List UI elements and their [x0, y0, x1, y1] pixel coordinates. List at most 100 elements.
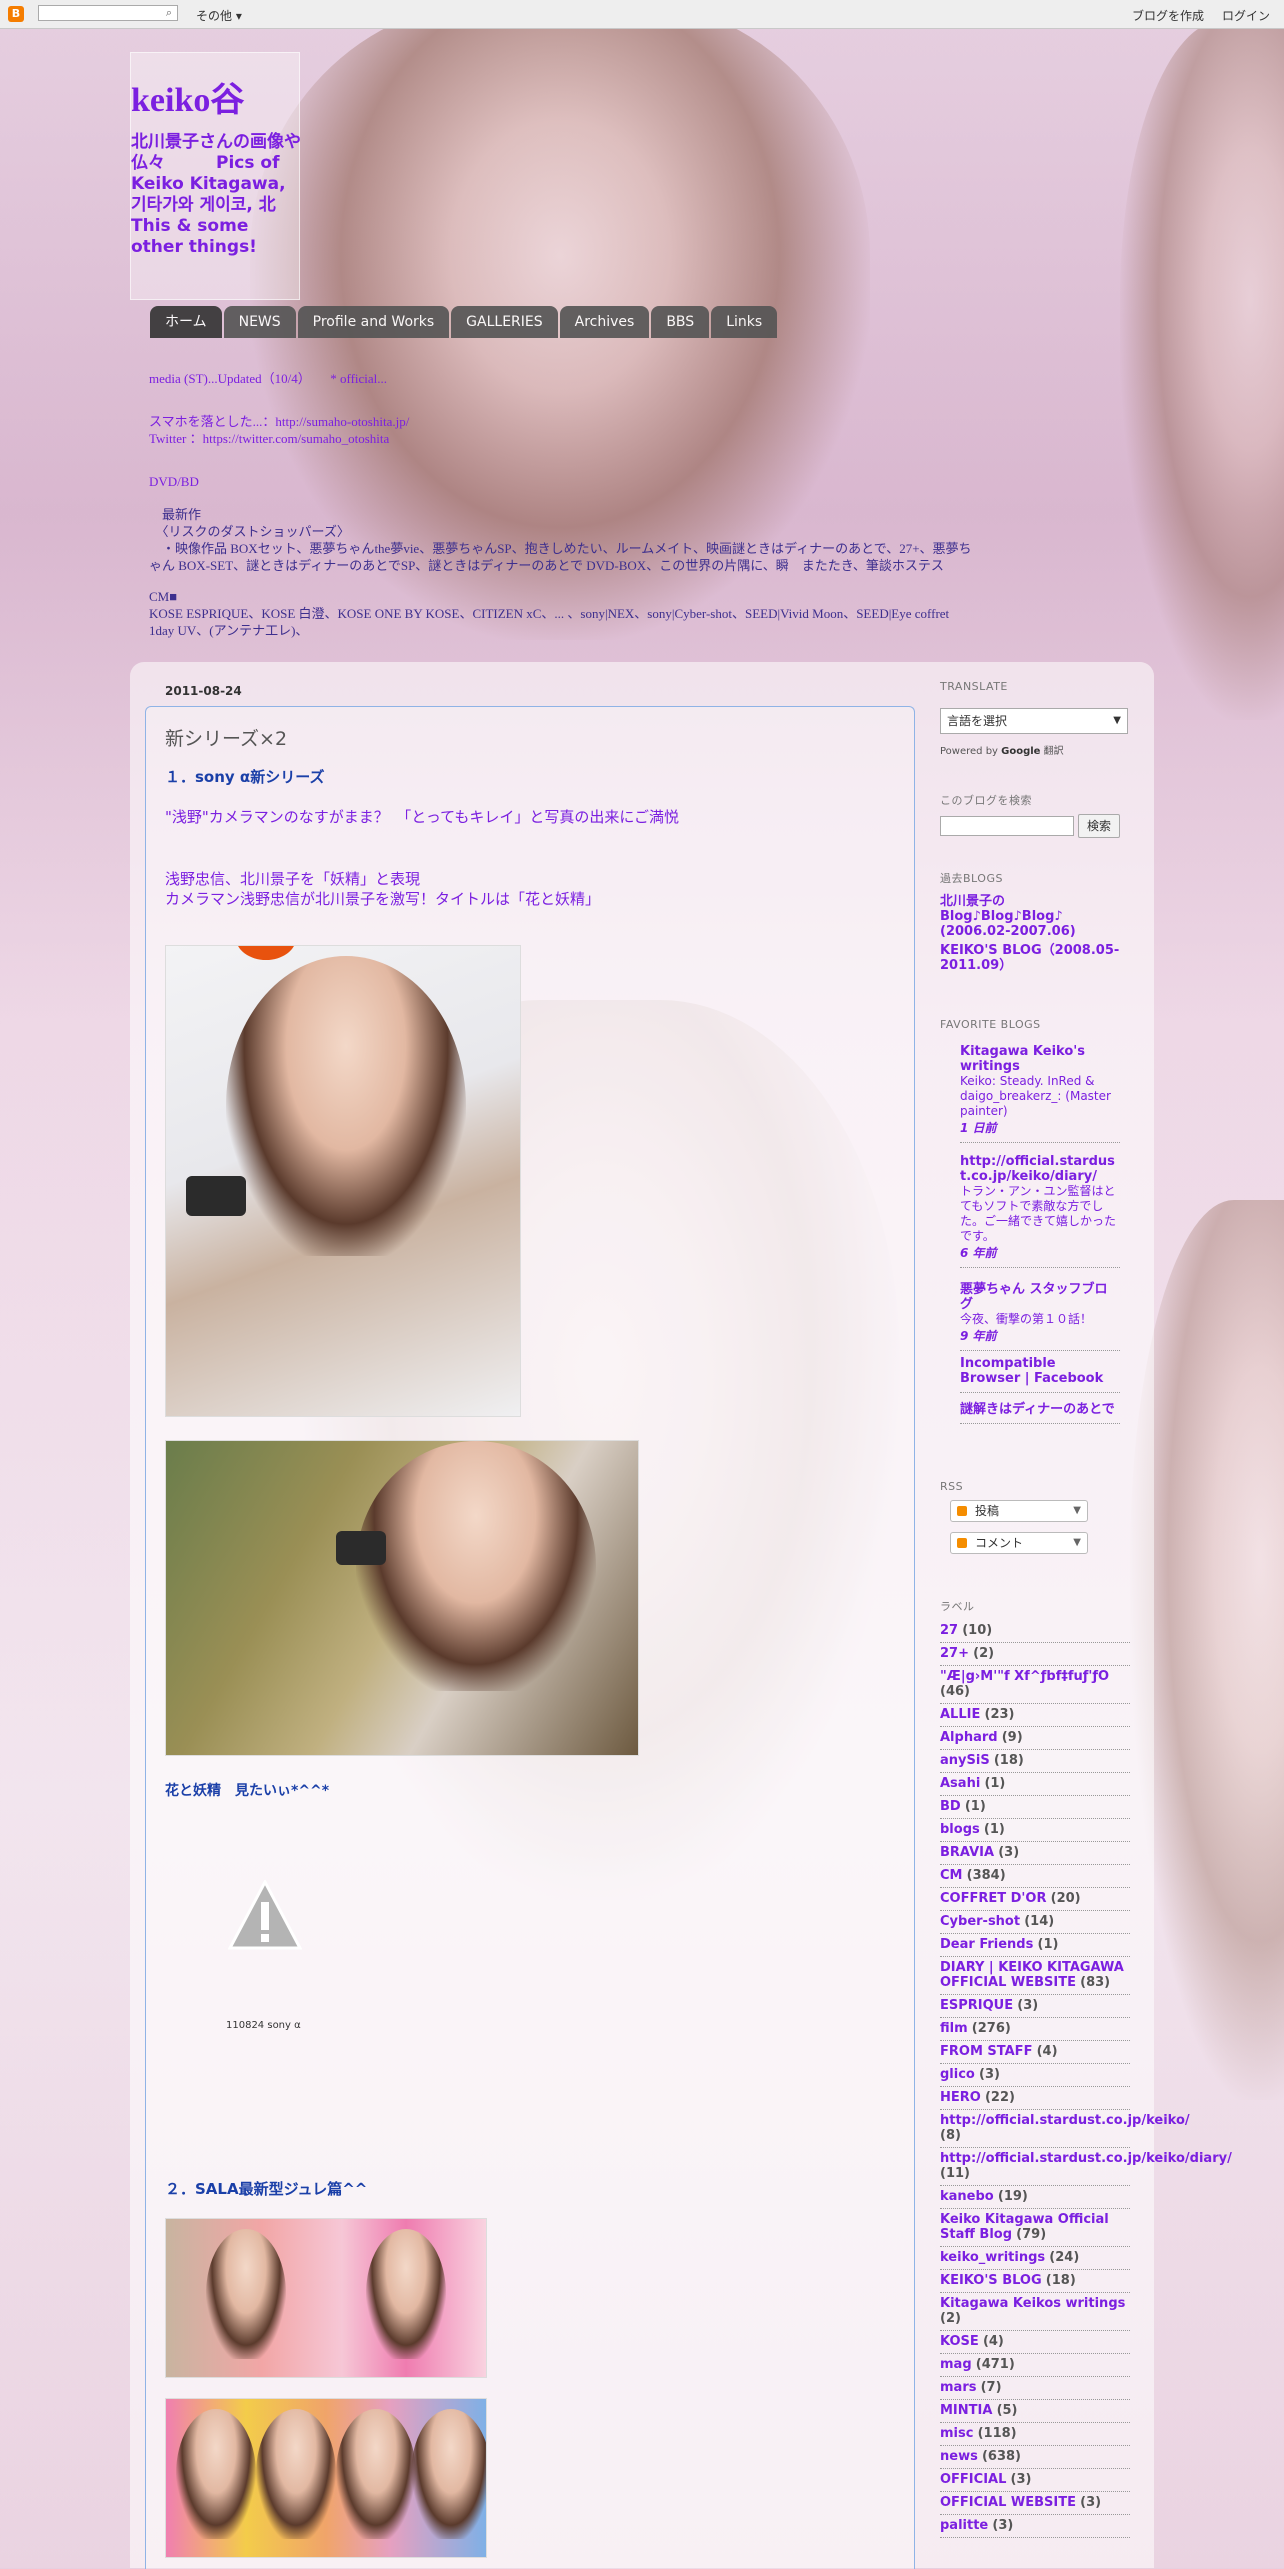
- tab-galleries[interactable]: GALLERIES: [451, 306, 558, 338]
- label-item[interactable]: BD (1): [940, 1796, 1130, 1819]
- label-item[interactable]: kanebo (19): [940, 2186, 1130, 2209]
- tab-bbs[interactable]: BBS: [651, 306, 710, 338]
- label-item[interactable]: palitte (3): [940, 2515, 1130, 2538]
- post-photo[interactable]: [165, 2398, 487, 2558]
- label-link[interactable]: OFFICIAL WEBSITE: [940, 2495, 1076, 2510]
- label-item[interactable]: Asahi (1): [940, 1773, 1130, 1796]
- article-link[interactable]: "浅野"カメラマンのなすがまま？ 「とってもキレイ」と写真の出来にご満悦: [165, 806, 679, 827]
- blog-title[interactable]: keiko谷: [131, 72, 244, 121]
- label-item[interactable]: 27+ (2): [940, 1643, 1130, 1666]
- label-item[interactable]: OFFICIAL (3): [940, 2469, 1130, 2492]
- label-link[interactable]: news: [940, 2449, 978, 2464]
- label-link[interactable]: FROM STAFF: [940, 2044, 1032, 2059]
- label-link[interactable]: kanebo: [940, 2189, 994, 2204]
- label-item[interactable]: news (638): [940, 2446, 1130, 2469]
- past-blog-link[interactable]: KEIKO'S BLOG（2008.05-2011.09）: [940, 943, 1120, 973]
- blogger-logo-icon[interactable]: B: [8, 6, 24, 22]
- google-link[interactable]: Google: [1001, 746, 1040, 757]
- label-link[interactable]: COFFRET D'OR: [940, 1891, 1046, 1906]
- label-item[interactable]: mag (471): [940, 2354, 1130, 2377]
- article-link[interactable]: カメラマン浅野忠信が北川景子を激写！タイトルは「花と妖精」: [165, 888, 600, 909]
- label-item[interactable]: mars (7): [940, 2377, 1130, 2400]
- favorite-blog-item[interactable]: 悪夢ちゃん スタッフブログ 今夜、衝撃の第１０話！ 9 年前: [960, 1282, 1120, 1351]
- login-link[interactable]: ログイン: [1222, 7, 1270, 24]
- label-item[interactable]: Keiko Kitagawa Official Staff Blog (79): [940, 2209, 1130, 2247]
- rss-comments-dropdown[interactable]: コメント ▼: [950, 1532, 1088, 1554]
- label-link[interactable]: Cyber-shot: [940, 1914, 1020, 1929]
- label-item[interactable]: BRAVIA (3): [940, 1842, 1130, 1865]
- label-link[interactable]: mag: [940, 2357, 972, 2372]
- label-link[interactable]: Alphard: [940, 1730, 998, 1745]
- label-link[interactable]: KOSE: [940, 2334, 979, 2349]
- tab-links[interactable]: Links: [711, 306, 778, 338]
- label-item[interactable]: http://official.stardust.co.jp/keiko/dia…: [940, 2148, 1232, 2186]
- label-link[interactable]: HERO: [940, 2090, 981, 2105]
- post-title[interactable]: 新シリーズ×2: [165, 724, 287, 751]
- label-link[interactable]: ESPRIQUE: [940, 1998, 1013, 2013]
- label-item[interactable]: ESPRIQUE (3): [940, 1995, 1130, 2018]
- post-photo[interactable]: [165, 945, 521, 1417]
- tab-profile-and-works[interactable]: Profile and Works: [297, 306, 450, 338]
- label-item[interactable]: KEIKO'S BLOG (18): [940, 2270, 1130, 2293]
- favorite-blog-title[interactable]: http://official.stardust.co.jp/keiko/dia…: [960, 1154, 1120, 1184]
- label-link[interactable]: misc: [940, 2426, 973, 2441]
- label-link[interactable]: ALLIE: [940, 1707, 980, 1722]
- label-link[interactable]: "Æ|g›M'"f Xf^ƒbf‡fuƒ'ƒO: [940, 1669, 1109, 1684]
- tab-archives[interactable]: Archives: [559, 306, 650, 338]
- label-item[interactable]: ALLIE (23): [940, 1704, 1130, 1727]
- label-link[interactable]: KEIKO'S BLOG: [940, 2273, 1042, 2288]
- label-link[interactable]: MINTIA: [940, 2403, 992, 2418]
- favorite-blog-title[interactable]: Incompatible Browser | Facebook: [960, 1356, 1120, 1386]
- label-item[interactable]: CM (384): [940, 1865, 1130, 1888]
- favorite-blog-item[interactable]: Kitagawa Keiko's writings Keiko: Steady.…: [960, 1044, 1120, 1143]
- label-link[interactable]: palitte: [940, 2518, 988, 2533]
- label-link[interactable]: 27: [940, 1623, 958, 1638]
- label-link[interactable]: OFFICIAL: [940, 2472, 1006, 2487]
- label-link[interactable]: anySiS: [940, 1753, 990, 1768]
- label-item[interactable]: Kitagawa Keikos writings (2): [940, 2293, 1130, 2331]
- label-item[interactable]: Cyber-shot (14): [940, 1911, 1130, 1934]
- news-line[interactable]: media (ST)...Updated（10/4） * official...: [149, 370, 1149, 387]
- label-item[interactable]: HERO (22): [940, 2087, 1130, 2110]
- label-item[interactable]: FROM STAFF (4): [940, 2041, 1130, 2064]
- label-item[interactable]: KOSE (4): [940, 2331, 1130, 2354]
- label-item[interactable]: 27 (10): [940, 1620, 1130, 1643]
- label-item[interactable]: misc (118): [940, 2423, 1130, 2446]
- label-item[interactable]: keiko_writings (24): [940, 2247, 1130, 2270]
- rss-posts-dropdown[interactable]: 投稿 ▼: [950, 1500, 1088, 1522]
- label-link[interactable]: blogs: [940, 1822, 980, 1837]
- label-item[interactable]: film (276): [940, 2018, 1130, 2041]
- navbar-search-input[interactable]: [38, 5, 178, 21]
- label-link[interactable]: glico: [940, 2067, 975, 2082]
- label-item[interactable]: OFFICIAL WEBSITE (3): [940, 2492, 1130, 2515]
- label-item[interactable]: Dear Friends (1): [940, 1934, 1130, 1957]
- label-item[interactable]: anySiS (18): [940, 1750, 1130, 1773]
- label-link[interactable]: http://official.stardust.co.jp/keiko/dia…: [940, 2151, 1232, 2166]
- powered-suffix[interactable]: 翻訳: [1040, 746, 1064, 757]
- label-link[interactable]: film: [940, 2021, 968, 2036]
- label-link[interactable]: 27+: [940, 1646, 969, 1661]
- label-item[interactable]: Alphard (9): [940, 1727, 1130, 1750]
- label-item[interactable]: http://official.stardust.co.jp/keiko/ (8…: [940, 2110, 1190, 2148]
- tab-news[interactable]: NEWS: [223, 306, 296, 338]
- news-link[interactable]: スマホを落とした...：http://sumaho-otoshita.jp/: [149, 413, 1149, 430]
- label-item[interactable]: "Æ|g›M'"f Xf^ƒbf‡fuƒ'ƒO (46): [940, 1666, 1130, 1704]
- past-blog-link[interactable]: 北川景子の Blog♪Blog♪Blog♪ (2006.02-2007.06): [940, 894, 1090, 939]
- article-link[interactable]: 浅野忠信、北川景子を「妖精」と表現: [165, 868, 420, 889]
- favorite-blog-item[interactable]: 謎解きはディナーのあとで: [960, 1402, 1120, 1424]
- favorite-blog-item[interactable]: Incompatible Browser | Facebook: [960, 1356, 1120, 1393]
- label-link[interactable]: Asahi: [940, 1776, 980, 1791]
- search-input[interactable]: [940, 816, 1074, 836]
- label-item[interactable]: DIARY | KEIKO KITAGAWA OFFICIAL WEBSITE …: [940, 1957, 1130, 1995]
- post-photo[interactable]: [165, 1440, 639, 1756]
- label-item[interactable]: glico (3): [940, 2064, 1130, 2087]
- label-link[interactable]: Dear Friends: [940, 1937, 1033, 1952]
- language-select[interactable]: 言語を選択 ▼: [940, 708, 1128, 734]
- label-link[interactable]: BRAVIA: [940, 1845, 994, 1860]
- search-icon[interactable]: ⌕: [162, 6, 176, 20]
- favorite-blog-item[interactable]: http://official.stardust.co.jp/keiko/dia…: [960, 1154, 1120, 1268]
- news-link[interactable]: Twitter ：https://twitter.com/sumaho_otos…: [149, 430, 1149, 447]
- post-photo[interactable]: [165, 2218, 487, 2378]
- label-link[interactable]: CM: [940, 1868, 962, 1883]
- label-item[interactable]: blogs (1): [940, 1819, 1130, 1842]
